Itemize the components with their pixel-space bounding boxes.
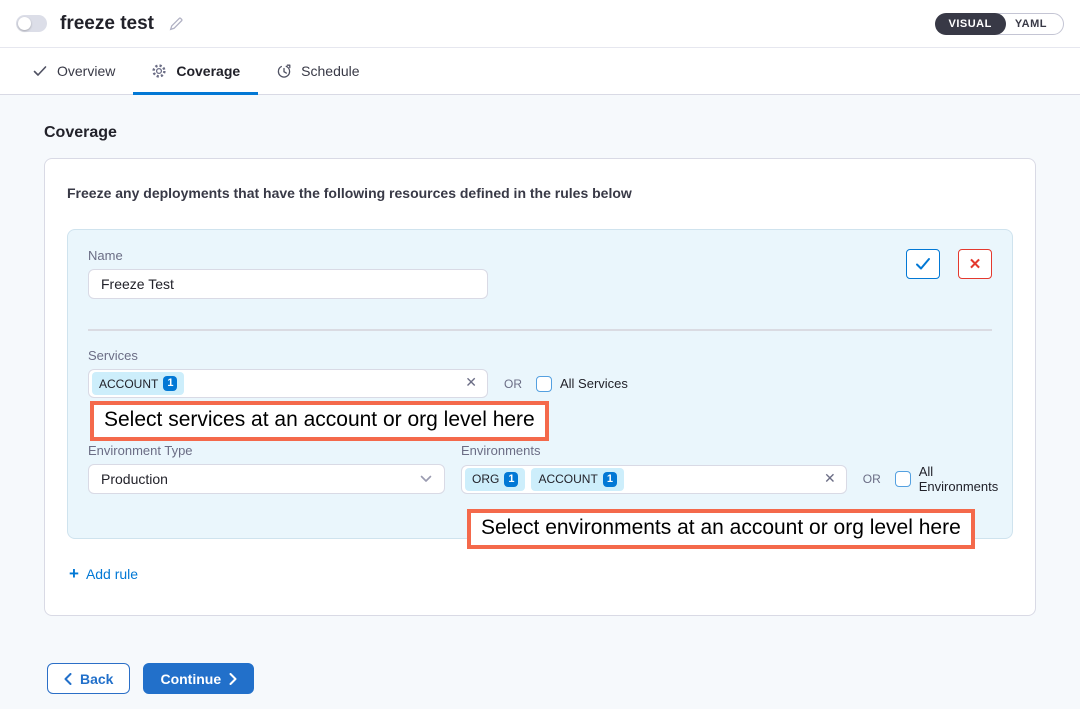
footer-actions: Back Continue (47, 663, 1080, 694)
tag-text: ORG (472, 472, 499, 486)
page-title: freeze test (60, 13, 154, 35)
environment-type-value: Production (101, 471, 168, 487)
services-or-label: OR (504, 377, 522, 391)
top-header: freeze test VISUAL YAML (0, 0, 1080, 48)
environment-type-label: Environment Type (88, 443, 445, 458)
all-services-checkbox[interactable] (536, 376, 552, 392)
name-input[interactable] (88, 269, 488, 299)
schedule-clock-icon (276, 63, 292, 79)
tag-text: ACCOUNT (538, 472, 597, 486)
tag-count-badge: 1 (603, 472, 617, 487)
continue-button-label: Continue (160, 671, 221, 687)
rule-card: Name ✕ Services (67, 229, 1013, 539)
gear-icon (151, 63, 167, 79)
environments-row: ORG 1 ACCOUNT 1 ✕ OR All Environments (461, 464, 1012, 494)
plus-icon: + (69, 565, 79, 582)
environments-group: Environments ORG 1 ACCOUNT 1 ✕ (461, 443, 1012, 494)
environment-type-select[interactable]: Production (88, 464, 445, 494)
environments-annotation: Select environments at an account or org… (467, 509, 975, 549)
coverage-heading: Coverage (44, 124, 1080, 142)
coverage-card: Freeze any deployments that have the fol… (44, 158, 1036, 616)
visual-yaml-switch: VISUAL YAML (935, 13, 1065, 35)
all-services-label: All Services (560, 376, 628, 391)
cancel-rule-button[interactable]: ✕ (958, 249, 992, 279)
environment-tag-account[interactable]: ACCOUNT 1 (531, 468, 623, 491)
back-button-label: Back (80, 671, 113, 687)
add-rule-button[interactable]: + Add rule (69, 565, 138, 582)
tag-count-badge: 1 (163, 376, 177, 391)
confirm-rule-button[interactable] (906, 249, 940, 279)
services-row: ACCOUNT 1 ✕ OR All Services (88, 369, 992, 398)
chevron-left-icon (64, 673, 72, 685)
chevron-down-icon (420, 475, 432, 483)
environments-multiselect[interactable]: ORG 1 ACCOUNT 1 ✕ (461, 465, 847, 494)
services-clear-icon[interactable]: ✕ (465, 375, 477, 389)
services-multiselect[interactable]: ACCOUNT 1 ✕ (88, 369, 488, 398)
name-field-group: Name (88, 248, 488, 299)
main-content: Coverage Freeze any deployments that hav… (0, 95, 1080, 694)
cancel-x-icon: ✕ (969, 255, 982, 273)
tab-schedule-label: Schedule (301, 63, 359, 79)
tab-schedule[interactable]: Schedule (258, 48, 377, 94)
environments-or-label: OR (863, 472, 881, 486)
check-icon (32, 63, 48, 79)
pencil-icon (168, 15, 185, 32)
rule-edit-actions: ✕ (906, 249, 992, 279)
environment-type-group: Environment Type Production (88, 443, 445, 494)
services-label: Services (88, 348, 992, 363)
name-label: Name (88, 248, 488, 263)
confirm-check-icon (915, 257, 931, 271)
all-environments-label: All Environments (919, 464, 1013, 494)
tab-coverage[interactable]: Coverage (133, 48, 258, 94)
tab-coverage-label: Coverage (176, 63, 240, 79)
services-annotation: Select services at an account or org lev… (90, 401, 549, 441)
visual-mode-button[interactable]: VISUAL (935, 13, 1006, 35)
coverage-card-intro: Freeze any deployments that have the fol… (67, 185, 1013, 201)
tag-text: ACCOUNT (99, 377, 158, 391)
service-tag-account[interactable]: ACCOUNT 1 (92, 372, 184, 395)
back-button[interactable]: Back (47, 663, 130, 694)
edit-title-button[interactable] (168, 15, 185, 32)
environments-clear-icon[interactable]: ✕ (824, 471, 836, 485)
chevron-right-icon (229, 673, 237, 685)
add-rule-label: Add rule (86, 566, 138, 582)
environment-row: Environment Type Production Environments… (88, 443, 992, 494)
continue-button[interactable]: Continue (143, 663, 254, 694)
name-row: Name ✕ (88, 248, 992, 299)
tag-count-badge: 1 (504, 472, 518, 487)
tab-bar: Overview Coverage Schedule (0, 48, 1080, 95)
environments-label: Environments (461, 443, 1012, 458)
toggle-knob (18, 17, 31, 30)
freeze-enabled-toggle[interactable] (16, 15, 47, 32)
all-environments-checkbox[interactable] (895, 471, 911, 487)
tab-overview[interactable]: Overview (14, 48, 133, 94)
rule-divider (88, 329, 992, 331)
environment-tag-org[interactable]: ORG 1 (465, 468, 525, 491)
tab-overview-label: Overview (57, 63, 115, 79)
